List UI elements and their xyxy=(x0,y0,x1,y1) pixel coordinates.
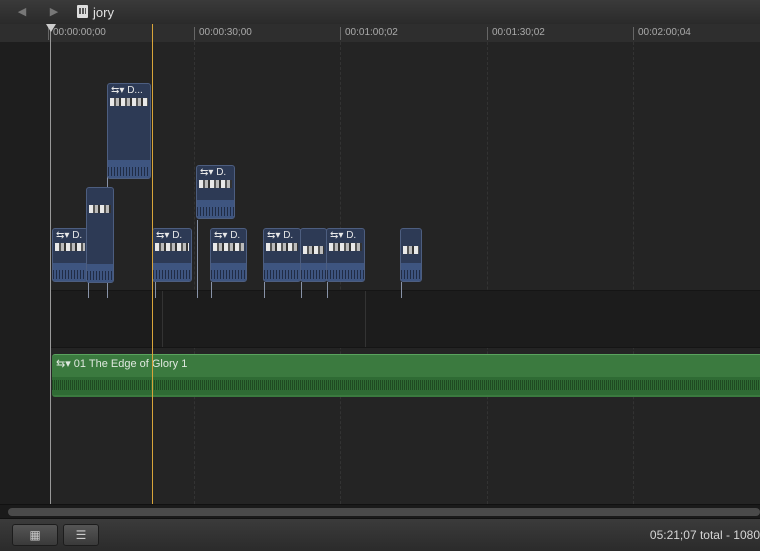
horizontal-scrollbar[interactable] xyxy=(0,504,760,519)
project-icon xyxy=(77,5,88,18)
clip-connector xyxy=(155,282,156,298)
clip-label: ⇆▾ D. xyxy=(56,230,83,241)
clip-waveform xyxy=(264,263,300,281)
audio-clip-label: ⇆▾ 01 The Edge of Glory 1 xyxy=(56,358,188,370)
clip-waveform xyxy=(301,263,326,281)
connected-clip[interactable]: ⇆▾ D. xyxy=(210,228,247,282)
duration-status: 05:21;07 total - 1080 xyxy=(649,528,760,542)
clip-waveform xyxy=(87,264,113,282)
clip-filmstrip xyxy=(329,243,362,251)
clip-label: ⇆▾ D... xyxy=(111,85,143,96)
clip-label: ⇆▾ D. xyxy=(267,230,294,241)
primary-storyline[interactable] xyxy=(50,290,760,348)
connected-clip[interactable]: ⇆▾ D. xyxy=(152,228,192,282)
clip-label: ⇆▾ D. xyxy=(330,230,357,241)
connected-clip[interactable]: ⇆▾ D. xyxy=(52,228,88,282)
grid-line xyxy=(487,42,488,504)
timeline-header: ◀ ▶ jory xyxy=(0,0,760,25)
clip-label: ⇆▾ D. xyxy=(156,230,183,241)
filmstrip-icon: ▦ xyxy=(29,528,41,542)
clip-waveform xyxy=(211,263,246,281)
storyline-edit-point xyxy=(162,291,163,347)
clip-filmstrip xyxy=(303,246,324,254)
grid-line xyxy=(633,42,634,504)
timeline-index-button[interactable]: ☰ xyxy=(63,524,99,546)
timeline-footer: ▦ ☰ 05:21;07 total - 1080 xyxy=(0,518,760,551)
clip-filmstrip xyxy=(110,98,148,106)
clip-connector xyxy=(264,282,265,298)
clip-waveform xyxy=(327,263,364,281)
clip-connector xyxy=(327,282,328,298)
ruler-tick: 00:01:30;02 xyxy=(487,27,545,40)
clip-connector xyxy=(211,282,212,298)
ruler-tick: 00:00:30;00 xyxy=(194,27,252,40)
clip-waveform xyxy=(401,263,421,281)
ruler-tick: 00:00:00;00 xyxy=(48,27,106,40)
grid-line xyxy=(194,42,195,504)
clip-waveform xyxy=(153,263,191,281)
playhead[interactable] xyxy=(50,24,51,504)
clip-connector xyxy=(401,282,402,298)
clip-filmstrip xyxy=(155,243,189,251)
chevron-left-icon[interactable]: ◀ xyxy=(14,4,30,20)
list-icon: ☰ xyxy=(75,528,87,542)
playhead-handle-icon[interactable] xyxy=(46,24,56,32)
clip-filmstrip xyxy=(266,243,298,251)
ruler-tick: 00:02:00;04 xyxy=(633,27,691,40)
clip-appearance-button[interactable]: ▦ xyxy=(12,524,58,546)
project-title: jory xyxy=(93,5,114,20)
clip-label: ⇆▾ D. xyxy=(200,167,227,178)
clip-connector xyxy=(197,220,198,298)
clip-waveform xyxy=(53,263,87,281)
clip-filmstrip xyxy=(55,243,85,251)
clip-waveform xyxy=(197,200,234,218)
clip-label: ⇆▾ D. xyxy=(214,230,241,241)
chevron-right-icon[interactable]: ▶ xyxy=(46,4,62,20)
clip-connector xyxy=(301,282,302,298)
ruler-tick: 00:01:00;02 xyxy=(340,27,398,40)
connected-clip[interactable] xyxy=(300,228,327,282)
clip-filmstrip xyxy=(403,246,419,254)
connected-clip[interactable]: ⇆▾ D. xyxy=(326,228,365,282)
storyline-edit-point xyxy=(365,291,366,347)
connected-clip[interactable]: ⇆▾ D... xyxy=(107,83,151,179)
timecode-ruler[interactable]: 00:00:00;00 00:00:30;00 00:01:00;02 00:0… xyxy=(0,24,760,43)
audio-waveform xyxy=(52,377,760,395)
clip-waveform xyxy=(108,160,150,178)
timeline-gutter xyxy=(0,42,50,504)
connected-clip[interactable] xyxy=(86,187,114,283)
clip-filmstrip xyxy=(213,243,244,251)
clip-connector xyxy=(88,282,89,298)
connected-clip[interactable] xyxy=(400,228,422,282)
connected-clip[interactable]: ⇆▾ D. xyxy=(196,165,235,219)
scrollbar-thumb[interactable] xyxy=(8,508,760,516)
skimmer xyxy=(152,24,153,504)
clip-filmstrip xyxy=(89,205,111,213)
clip-filmstrip xyxy=(199,180,232,188)
audio-clip[interactable]: ⇆▾ 01 The Edge of Glory 1 xyxy=(52,354,760,397)
connected-clip[interactable]: ⇆▾ D. xyxy=(263,228,301,282)
